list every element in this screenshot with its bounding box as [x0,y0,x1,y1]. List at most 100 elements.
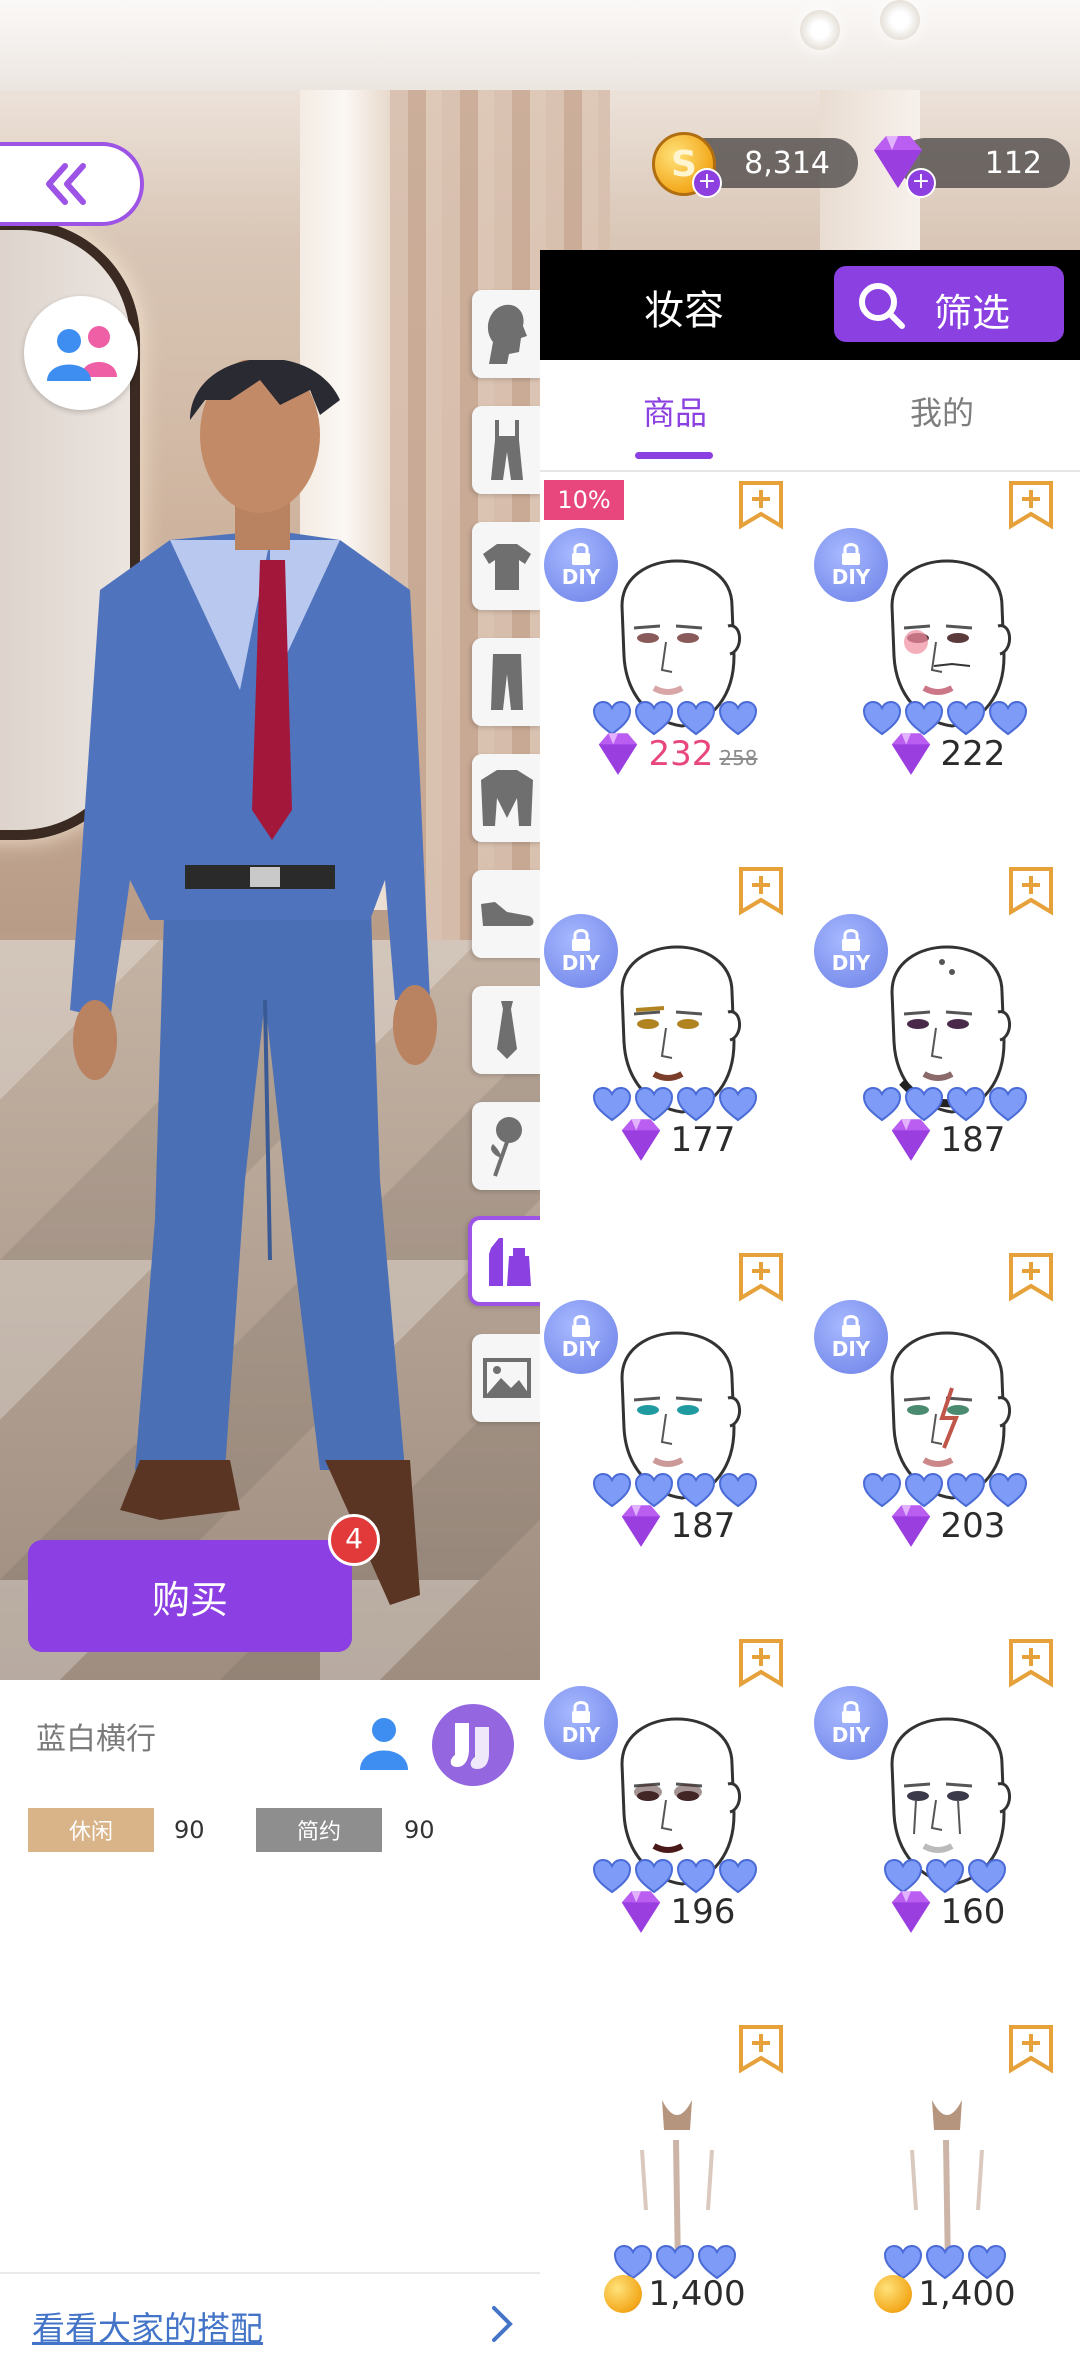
socks-button[interactable] [432,1704,514,1786]
diy-label: DIY [831,1337,871,1361]
wishlist-bookmark-icon[interactable] [738,2024,784,2074]
makeup-item[interactable]: DIY 222 [810,472,1080,858]
category-tab-tie[interactable] [472,986,542,1074]
gem-balance-value: 112 [984,146,1042,181]
gem-icon [891,1119,930,1161]
wishlist-bookmark-icon[interactable] [738,480,784,530]
friends-button[interactable] [24,296,138,410]
buy-button[interactable]: 购买 [28,1540,352,1652]
price-value: 196 [670,1892,736,1932]
makeup-item[interactable]: 1,400 [810,2016,1080,2376]
wishlist-bookmark-icon[interactable] [1008,1638,1054,1688]
lipstick-icon [489,1238,531,1286]
diy-label: DIY [561,565,601,589]
category-tab-head[interactable] [472,290,542,378]
gem-icon [621,1119,660,1161]
see-others-link[interactable]: 看看大家的搭配 [0,2272,540,2376]
wishlist-bookmark-icon[interactable] [1008,480,1054,530]
shoe-icon [481,902,534,926]
head-silhouette-icon [487,304,527,364]
back-button[interactable] [0,142,144,226]
wishlist-bookmark-icon[interactable] [1008,2024,1054,2074]
price-value: 222 [940,734,1006,774]
tie-icon [497,1001,517,1059]
tab-shop[interactable]: 商品 [643,388,707,434]
wishlist-bookmark-icon[interactable] [738,1252,784,1302]
item-price: 232 258 [540,730,810,778]
price-value: 1,400 [918,2274,1016,2314]
coin-balance-value: 8,314 [744,146,830,181]
lock-icon [572,1315,590,1337]
double-chevron-left-icon [46,163,86,205]
diy-label: DIY [831,951,871,975]
category-tab-accessory[interactable] [472,1102,542,1190]
outfit-name: 蓝白横行 [36,1722,156,1757]
panel-title: 妆容 [644,288,724,334]
gem-icon [891,733,930,775]
makeup-item[interactable]: DIY 187 [810,858,1080,1244]
image-icon [483,1358,531,1398]
ceiling-lamp [800,10,840,50]
makeup-item[interactable]: DIY 160 [810,1630,1080,2016]
category-tab-background[interactable] [472,1334,542,1422]
makeup-item[interactable]: DIY 187 [540,1244,810,1630]
price-value: 177 [670,1120,736,1160]
gem-icon [891,1891,930,1933]
chevron-right-icon [492,2306,513,2342]
price-value: 1,400 [648,2274,746,2314]
wishlist-bookmark-icon[interactable] [1008,866,1054,916]
ceiling-lamp [880,0,920,40]
price-value: 203 [940,1506,1006,1546]
character [70,360,437,1605]
diy-label: DIY [831,565,871,589]
diy-label: DIY [561,951,601,975]
lock-icon [572,543,590,565]
category-tab-coat[interactable] [472,754,542,842]
item-price: 187 [540,1502,810,1550]
wishlist-bookmark-icon[interactable] [1008,1252,1054,1302]
lock-icon [842,929,860,951]
search-icon [859,283,905,329]
item-price: 177 [540,1116,810,1164]
add-coins-icon[interactable]: + [692,168,722,198]
shirt-icon [483,544,531,590]
item-price: 222 [810,730,1080,778]
lock-icon [842,1315,860,1337]
gem-icon [621,1505,660,1547]
category-tab-shoes[interactable] [472,870,542,958]
category-tab-pants[interactable] [472,638,542,726]
makeup-item[interactable]: DIY 177 [540,858,810,1244]
coin-icon [874,2275,913,2313]
diy-label: DIY [561,1337,601,1361]
tab-underline [635,452,713,459]
filter-button[interactable]: 筛选 [834,266,1064,342]
socks-icon [450,1723,489,1769]
diy-label: DIY [831,1723,871,1747]
style-tag-casual: 休闲 [28,1808,154,1852]
makeup-item[interactable]: DIY 196 [540,1630,810,2016]
add-gems-icon[interactable]: + [906,168,936,198]
category-tab-shirt[interactable] [472,522,542,610]
makeup-item[interactable]: 10% DIY 232 258 [540,472,810,858]
tab-mine[interactable]: 我的 [910,388,974,434]
gem-icon [891,1505,930,1547]
person-icon-wrap[interactable] [356,1714,412,1774]
panel-tabs: 商品 我的 [540,360,1080,472]
item-price: 1,400 [810,2274,1080,2314]
coin-icon [604,2275,643,2313]
category-tab-overalls[interactable] [472,406,542,494]
style-tag-simple: 简约 [256,1808,382,1852]
lock-icon [572,929,590,951]
original-price: 258 [719,746,758,770]
makeup-item[interactable]: DIY 203 [810,1244,1080,1630]
wishlist-bookmark-icon[interactable] [738,1638,784,1688]
makeup-item[interactable]: 1,400 [540,2016,810,2376]
filter-label: 筛选 [934,291,1011,335]
price-value: 232 [648,734,714,774]
price-value: 187 [670,1506,736,1546]
price-value: 187 [940,1120,1006,1160]
discount-badge: 10% [544,480,624,520]
wishlist-bookmark-icon[interactable] [738,866,784,916]
overalls-icon [491,420,523,480]
buy-count-badge: 4 [328,1514,380,1566]
